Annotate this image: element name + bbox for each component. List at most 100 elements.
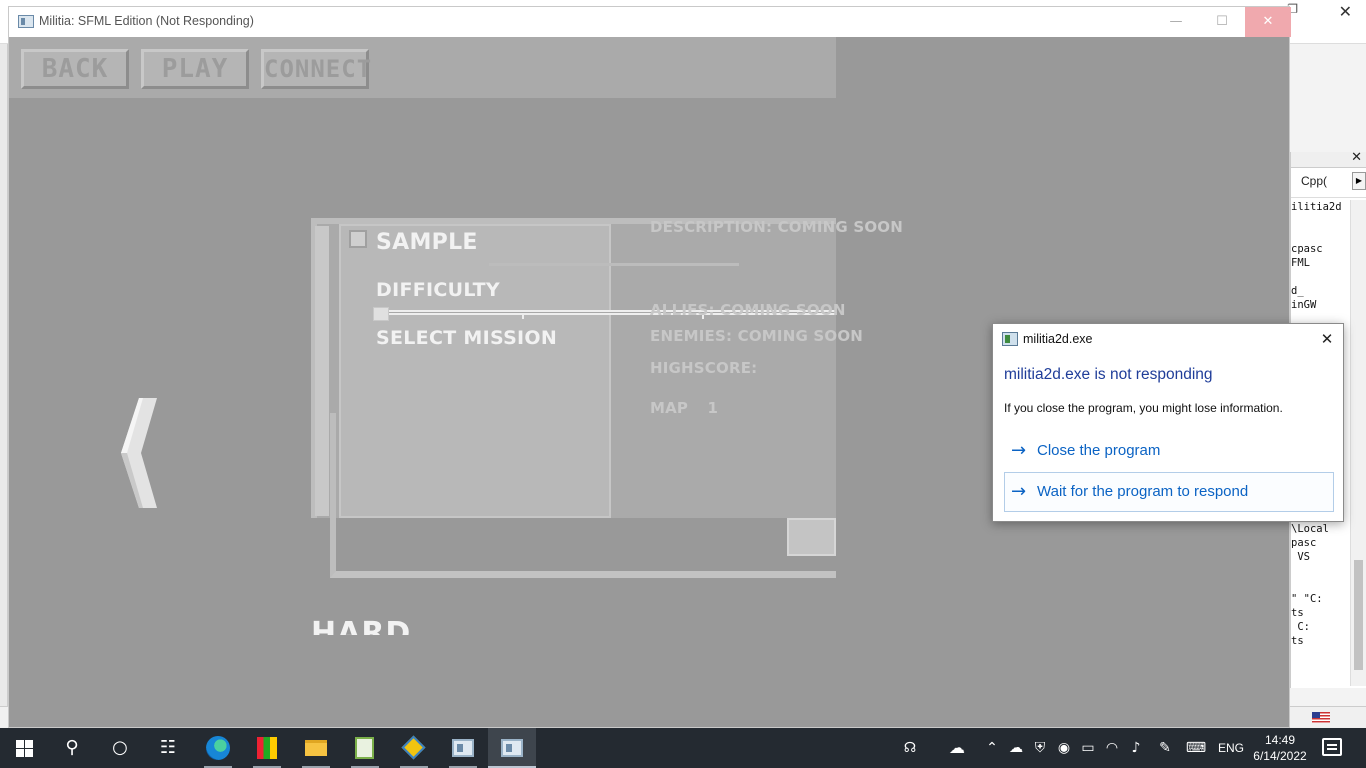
mission-map: MAP 1 [650,399,719,417]
code-line: C: [1291,621,1310,633]
wait-for-program-option[interactable]: → Wait for the program to respond [1004,472,1334,512]
battery-icon[interactable]: ▭ [1078,728,1098,768]
slider-tick [522,313,524,319]
close-program-option[interactable]: → Close the program [1004,431,1334,471]
code-line: ts [1291,635,1304,647]
clock-time: 14:49 [1264,733,1296,747]
previous-province-arrow-icon[interactable] [117,398,157,508]
back-button[interactable]: BACK [21,49,129,89]
window-app-icon [452,739,474,757]
mission-allies: ALLIES: COMING SOON [650,301,846,315]
ide-scrollbar[interactable] [1350,200,1366,686]
mission-list-box [339,224,611,518]
top-menu-strip [9,37,836,98]
app-window-icon [18,15,34,28]
onedrive-icon[interactable]: ☁ [1006,728,1026,768]
panel-stripe [315,226,329,516]
task-view-button[interactable]: ☷ [144,728,192,768]
mission-enemies: ENEMIES: COMING SOON [650,327,864,345]
dialog-app-icon [1002,332,1018,346]
scroll-thumb[interactable] [1354,560,1363,670]
pen-icon[interactable]: ✎ [1154,728,1176,768]
ide-tab-row: Cpp( ▶ [1291,168,1366,198]
code-line: cpasc [1291,243,1323,255]
network-icon[interactable]: ◠ [1102,728,1122,768]
sample-checkbox[interactable] [349,230,367,248]
panel-side-button[interactable] [787,518,836,556]
taskbar-militia[interactable] [488,728,536,768]
clock[interactable]: 14:49 6/14/2022 [1250,732,1310,764]
play-button[interactable]: PLAY [141,49,249,89]
people-icon[interactable]: ☊ [898,728,922,768]
search-button[interactable]: ⚲ [48,728,96,768]
windows-logo-icon [16,740,33,757]
tab-cpp[interactable]: Cpp( [1301,174,1327,188]
weather-icon[interactable]: ☁ [944,728,970,768]
clock-date: 6/14/2022 [1253,749,1307,763]
militia-app-icon [501,739,523,757]
cortana-circle-icon: ○ [112,737,128,758]
maximize-button[interactable]: ☐ [1199,7,1245,37]
taskbar-edge[interactable] [194,728,242,768]
code-line: FML [1291,257,1310,269]
us-flag-icon [1312,712,1330,723]
security-icon[interactable]: ⛨ [1030,728,1050,768]
wait-for-program-label: Wait for the program to respond [1037,483,1249,500]
difficulty-label: DIFFICULTY [376,279,500,301]
arrow-right-icon: → [1011,440,1027,461]
close-button[interactable]: ✕ [1245,7,1291,37]
dialog-close-button[interactable]: ✕ [1311,324,1343,354]
dialog-title: militia2d.exe [1023,332,1093,346]
not-responding-dialog: militia2d.exe ✕ militia2d.exe is not res… [992,323,1344,522]
app-suite-icon [257,737,277,759]
arrow-right-icon: → [1011,481,1027,502]
select-mission-label: SELECT MISSION [376,327,558,349]
code-line: \Local [1291,523,1329,535]
panel-close-icon[interactable]: ✕ [1351,150,1362,165]
code-line: d_ [1291,285,1304,297]
dialog-titlebar[interactable]: militia2d.exe ✕ [993,324,1343,354]
ide-left-toolbar [0,44,8,728]
language-indicator[interactable]: ENG [1218,728,1244,768]
app-title: Militia: SFML Edition (Not Responding) [39,14,254,28]
edge-browser-icon [206,736,230,760]
close-program-label: Close the program [1037,442,1161,459]
volume-icon[interactable]: ♪ [1126,728,1146,768]
taskbar-app-colorful[interactable] [243,728,291,768]
taskbar-window-app[interactable] [439,728,487,768]
code-line: VS [1291,551,1310,563]
cortana-button[interactable]: ○ [96,728,144,768]
difficulty-slider-handle[interactable] [373,307,389,321]
minimize-button[interactable]: — [1153,7,1199,37]
meet-now-icon[interactable]: ◉ [1054,728,1074,768]
mission-highscore: HIGHSCORE: [650,359,758,377]
notepad-icon [355,737,374,759]
notifications-icon[interactable] [1322,738,1342,756]
panel-header: ✕ [1291,150,1366,168]
show-hidden-icons-icon[interactable]: ⌃ [984,728,1000,768]
ide-close-icon[interactable]: ✕ [1339,2,1352,21]
taskbar-notepadpp[interactable] [341,728,389,768]
connect-button[interactable]: CONNECT [261,49,371,89]
taskbar-file-explorer[interactable] [292,728,340,768]
province-title: HARD PROVINCE [311,617,412,635]
tab-scroll-right-icon[interactable]: ▶ [1352,172,1366,190]
code-line: ilitia2d [1291,201,1342,213]
keyboard-icon[interactable]: ⌨ [1184,728,1208,768]
app-titlebar[interactable]: Militia: SFML Edition (Not Responding) —… [9,7,1291,37]
task-view-icon: ☷ [159,737,177,758]
code-line: pasc [1291,537,1317,549]
git-icon [401,735,426,760]
code-line: ts [1291,607,1304,619]
taskbar: ⚲ ○ ☷ ☊ ☁ ⌃ ☁ ⛨ ◉ ▭ ◠ ♪ ✎ ⌨ ENG 14:49 6/… [0,728,1366,768]
description-underline [489,263,739,266]
start-button[interactable] [0,728,48,768]
taskbar-git[interactable] [390,728,438,768]
sample-label[interactable]: SAMPLE [376,230,478,255]
dialog-heading: militia2d.exe is not responding [1004,366,1213,383]
